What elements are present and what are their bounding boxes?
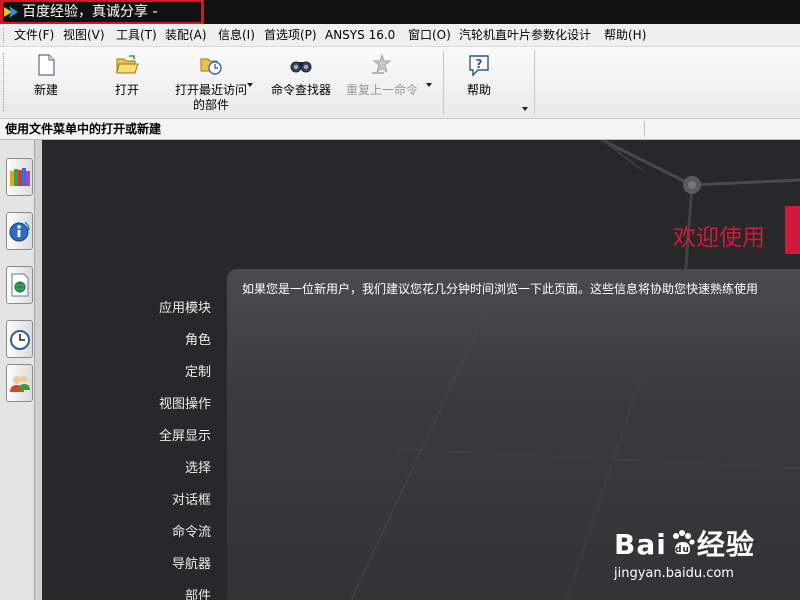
svg-text:du: du	[675, 545, 690, 555]
nav-link-selection[interactable]: 选择	[185, 460, 211, 478]
open-recent-label-line2: 的部件	[192, 98, 229, 112]
binoculars-icon	[290, 61, 312, 73]
annotation-highlight-box	[0, 0, 204, 25]
nav-link-view-operations[interactable]: 视图操作	[159, 396, 211, 414]
help-button[interactable]: ? 帮助	[458, 53, 500, 98]
welcome-title: 欢迎使用	[673, 225, 765, 251]
nav-link-full-screen[interactable]: 全屏显示	[159, 428, 211, 446]
menu-turbine-blade-design[interactable]: 汽轮机直叶片参数化设计	[459, 27, 591, 44]
baidu-jingyan-watermark: Bai du 经验 jingyan.baidu.com	[614, 514, 800, 600]
info-icon	[9, 221, 30, 242]
status-separator	[644, 121, 645, 137]
resource-web-button[interactable]	[6, 266, 33, 304]
title-bar: 百度经验，真诚分享 -	[0, 0, 800, 25]
menu-ansys[interactable]: ANSYS 16.0	[325, 27, 395, 44]
web-document-icon	[11, 273, 29, 297]
resource-bar-edge	[34, 140, 42, 600]
toolbar: 新建 打开 打开最近访问 的部件 命令查找器 重复上一命令 ? 帮助	[0, 47, 800, 119]
resource-bar	[0, 140, 42, 600]
recent-parts-icon	[200, 58, 222, 75]
watermark-url: jingyan.baidu.com	[614, 566, 734, 581]
toolbar-grip[interactable]	[3, 53, 7, 111]
open-recent-label-line1: 打开最近访问	[174, 83, 247, 97]
watermark-brand: Bai du 经验	[614, 528, 755, 562]
watermark-brand-left: Bai	[614, 528, 667, 561]
repeat-command-icon	[372, 53, 392, 74]
status-bar: 使用文件菜单中的打开或新建	[0, 119, 800, 140]
help-label: 帮助	[466, 83, 491, 97]
menu-preferences[interactable]: 首选项(P)	[264, 27, 317, 44]
users-icon	[10, 375, 30, 392]
resource-info-button[interactable]	[6, 212, 33, 250]
menu-window[interactable]: 窗口(O)	[408, 27, 451, 44]
resource-roles-button[interactable]	[6, 158, 33, 196]
help-question-icon: ?	[469, 55, 489, 77]
nav-link-roles[interactable]: 角色	[185, 332, 211, 350]
books-icon	[10, 168, 30, 186]
intro-text: 如果您是一位新用户，我们建议您花几分钟时间浏览一下此页面。这些信息将协助您快速熟…	[242, 282, 759, 296]
resource-roles-users-button[interactable]	[6, 364, 33, 402]
new-document-icon	[38, 54, 55, 76]
open-recent-button[interactable]: 打开最近访问 的部件	[172, 53, 250, 113]
nav-link-dialogs[interactable]: 对话框	[172, 492, 211, 510]
menu-view[interactable]: 视图(V)	[63, 27, 105, 44]
open-label: 打开	[114, 83, 139, 97]
command-finder-label: 命令查找器	[270, 83, 331, 97]
toolbar-end-separator	[534, 50, 535, 114]
menu-help[interactable]: 帮助(H)	[604, 27, 646, 44]
repeat-command-label: 重复上一命令	[345, 83, 418, 97]
command-finder-button[interactable]: 命令查找器	[266, 53, 336, 98]
nav-link-navigators[interactable]: 导航器	[172, 556, 211, 574]
clock-icon	[10, 330, 30, 350]
menu-tools[interactable]: 工具(T)	[116, 27, 157, 44]
menu-assembly[interactable]: 装配(A)	[165, 27, 207, 44]
menu-info[interactable]: 信息(I)	[218, 27, 255, 44]
paw-icon: du	[672, 530, 695, 555]
nav-link-command-flow[interactable]: 命令流	[172, 524, 211, 542]
open-button[interactable]: 打开	[104, 53, 150, 98]
new-label: 新建	[33, 83, 58, 97]
repeat-command-button[interactable]: 重复上一命令	[343, 53, 421, 98]
menu-bar: 文件(F) 视图(V) 工具(T) 装配(A) 信息(I) 首选项(P) ANS…	[0, 24, 800, 47]
welcome-accent-bar	[785, 206, 800, 254]
resource-history-button[interactable]	[6, 320, 33, 358]
watermark-brand-right: 经验	[696, 528, 755, 561]
open-folder-icon	[116, 55, 139, 74]
nav-link-customize[interactable]: 定制	[185, 364, 211, 382]
toolbar-separator	[443, 50, 444, 114]
repeat-command-dropdown-icon[interactable]	[426, 83, 432, 87]
open-recent-dropdown-icon[interactable]	[247, 83, 253, 87]
nav-link-applications[interactable]: 应用模块	[159, 300, 211, 318]
new-button[interactable]: 新建	[20, 53, 72, 98]
svg-text:?: ?	[476, 57, 483, 71]
toolbar-overflow-dropdown-icon[interactable]	[522, 107, 528, 111]
menu-file[interactable]: 文件(F)	[14, 27, 54, 44]
status-message: 使用文件菜单中的打开或新建	[5, 122, 162, 136]
menu-grip[interactable]	[3, 28, 7, 43]
nav-link-parts[interactable]: 部件	[185, 588, 211, 600]
